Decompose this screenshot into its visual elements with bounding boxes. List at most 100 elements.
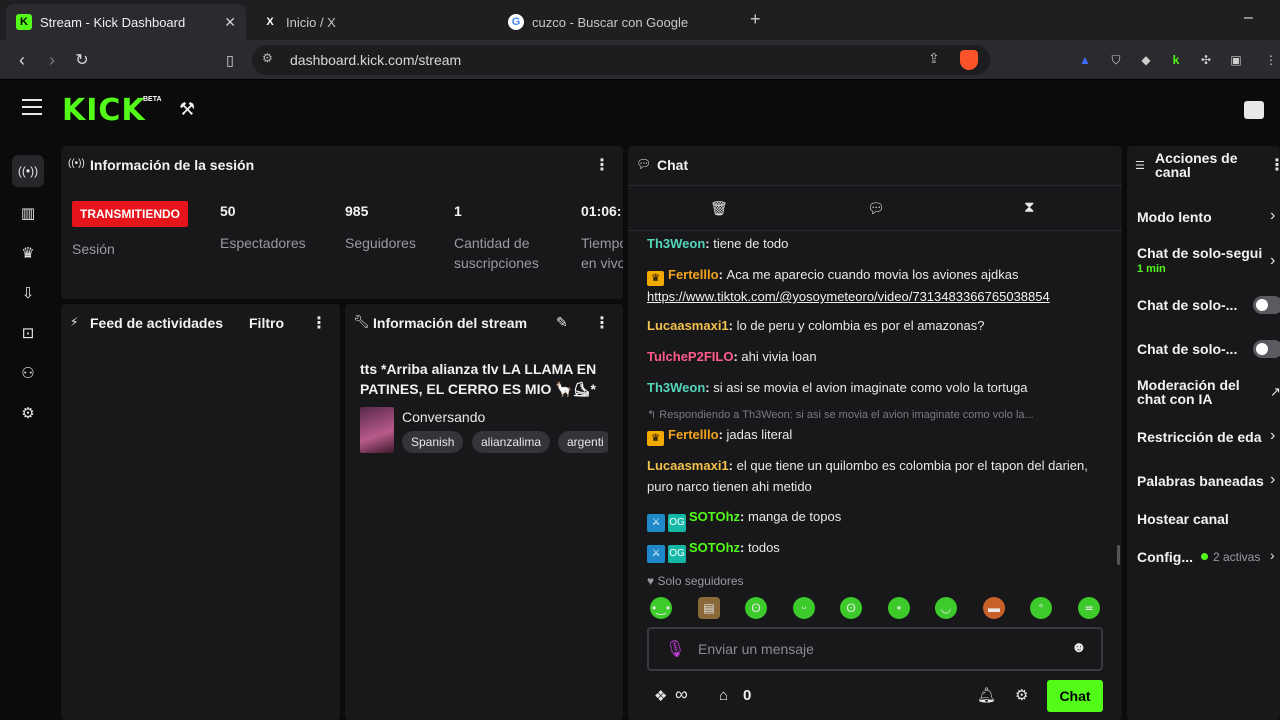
chat-text: ahi vivia loan bbox=[741, 349, 817, 364]
minimize-window-button[interactable]: – bbox=[1244, 9, 1253, 27]
activity-menu-icon[interactable]: ⋮ bbox=[311, 313, 327, 333]
reload-icon[interactable]: ↻ bbox=[70, 48, 94, 72]
kick-logo[interactable]: KICK bbox=[62, 95, 146, 127]
trophy-icon[interactable]: ♛ bbox=[12, 237, 44, 269]
chat-toolbar-divider bbox=[628, 230, 1122, 231]
browser-menu-icon[interactable]: ⋮ bbox=[1262, 51, 1280, 69]
chat-username[interactable]: Fertelllo bbox=[668, 427, 719, 442]
extension-icon[interactable]: ▲ bbox=[1076, 51, 1094, 69]
chevron-right-icon: › bbox=[1270, 547, 1275, 563]
chat-text: si asi se movia el avion imaginate como … bbox=[713, 380, 1028, 395]
emote-icon[interactable]: ʘ bbox=[745, 597, 767, 619]
store-gift-icon[interactable]: ⌂ bbox=[719, 687, 728, 704]
upload-icon[interactable]: ⇩ bbox=[12, 277, 44, 309]
emote-only-toggle[interactable] bbox=[1253, 340, 1280, 358]
hamburger-menu-icon[interactable] bbox=[22, 99, 42, 115]
forward-button[interactable]: › bbox=[40, 48, 64, 72]
site-info-icon[interactable]: ⚙ bbox=[262, 51, 273, 65]
users-icon[interactable]: ⚇ bbox=[12, 357, 44, 389]
emote-icon[interactable]: ʘ bbox=[840, 597, 862, 619]
back-button[interactable]: ‹ bbox=[10, 48, 34, 72]
chat-username[interactable]: TulcheP2FILO bbox=[647, 349, 733, 364]
gift-subs-icon[interactable]: ❖ bbox=[654, 687, 667, 705]
emote-icon[interactable]: ◡ bbox=[935, 597, 957, 619]
emote-icon[interactable]: ▤ bbox=[698, 597, 720, 619]
chat-settings-gear-icon[interactable]: ⚙ bbox=[1015, 686, 1028, 704]
category-thumbnail bbox=[360, 407, 394, 453]
filter-button[interactable]: Filtro bbox=[249, 315, 284, 331]
ai-moderation-item[interactable]: Moderación del chat con IA bbox=[1137, 378, 1247, 406]
beta-badge: BETA bbox=[143, 96, 162, 103]
chat-title: Chat bbox=[657, 157, 689, 173]
crown-badge-icon: ♛ bbox=[647, 431, 664, 446]
shield-extension-icon[interactable]: ⛉ bbox=[1107, 51, 1125, 69]
emote-icon[interactable]: ᵕ bbox=[793, 597, 815, 619]
config-item[interactable]: Config... bbox=[1137, 549, 1193, 565]
chat-message: ⚔ OG SOTOhz: manga de topos bbox=[647, 506, 1107, 532]
notifications-bell-icon[interactable]: 🔔︎ bbox=[977, 686, 996, 704]
hammer-icon[interactable]: ⚒ bbox=[179, 99, 195, 120]
chat-scrollbar[interactable] bbox=[1117, 545, 1120, 565]
emote-only-item[interactable]: Chat de solo-... bbox=[1137, 341, 1237, 357]
send-chat-button[interactable]: Chat bbox=[1047, 680, 1103, 712]
emote-icon[interactable]: ° bbox=[1030, 597, 1052, 619]
chat-username[interactable]: Lucaasmaxi1 bbox=[647, 318, 729, 333]
chat-mode-icon[interactable]: 💬︎ bbox=[867, 200, 885, 217]
emote-icon[interactable]: • bbox=[888, 597, 910, 619]
url-bar[interactable]: ⚙ dashboard.kick.com/stream ⇪ bbox=[252, 45, 990, 75]
puzzle-icon[interactable]: ✣ bbox=[1197, 51, 1215, 69]
actions-menu-icon[interactable]: ⋮ bbox=[1269, 155, 1280, 175]
new-tab-button[interactable]: + bbox=[750, 9, 761, 30]
kick-extension-icon[interactable]: k bbox=[1167, 51, 1185, 69]
slow-mode-hourglass-icon[interactable]: ⧗ bbox=[1024, 199, 1035, 216]
trash-icon[interactable]: 🗑︎ bbox=[710, 200, 728, 217]
bookmark-icon[interactable]: ▯ bbox=[218, 48, 242, 72]
host-channel-item[interactable]: Hostear canal bbox=[1137, 511, 1229, 527]
emote-icon[interactable]: ≖ bbox=[1078, 597, 1100, 619]
actions-icon: ☰ bbox=[1135, 160, 1145, 172]
subs-only-toggle[interactable] bbox=[1253, 296, 1280, 314]
microphone-icon[interactable]: 🎙︎ bbox=[665, 639, 685, 659]
sidebar-icon[interactable]: ▣ bbox=[1227, 51, 1245, 69]
chat-link[interactable]: https://www.tiktok.com/@yosoymeteoro/vid… bbox=[647, 289, 1050, 304]
slow-mode-item[interactable]: Modo lento bbox=[1137, 209, 1212, 225]
emote-icon[interactable]: ▬ bbox=[983, 597, 1005, 619]
heart-icon: ♥ bbox=[647, 574, 658, 588]
chat-message: Lucaasmaxi1: lo de peru y colombia es po… bbox=[647, 318, 985, 333]
banned-words-item[interactable]: Palabras baneadas bbox=[1137, 473, 1264, 489]
browser-tab-bar: K Stream - Kick Dashboard ✕ X Inicio / X… bbox=[0, 0, 1280, 40]
chat-input-placeholder: Enviar un mensaje bbox=[698, 641, 814, 657]
followers-only-item[interactable]: Chat de solo-segui bbox=[1137, 245, 1262, 261]
reply-context[interactable]: ↰ Respondiendo a Th3Weon: si asi se movi… bbox=[647, 405, 1107, 426]
close-tab-icon[interactable]: ✕ bbox=[224, 14, 236, 31]
age-restriction-item[interactable]: Restricción de eda bbox=[1137, 429, 1267, 445]
brave-shield-icon[interactable] bbox=[960, 50, 978, 70]
followers-only-duration: 1 min bbox=[1137, 263, 1166, 275]
emote-icon[interactable]: •‿• bbox=[650, 597, 672, 619]
chat-username[interactable]: Lucaasmaxi1 bbox=[647, 458, 729, 473]
tag-chip[interactable]: Spanish bbox=[402, 431, 464, 453]
tag-chip[interactable]: alianzalima bbox=[472, 431, 551, 453]
broadcast-icon[interactable]: ((•)) bbox=[12, 155, 44, 187]
tag-chip[interactable]: argenti bbox=[558, 431, 608, 453]
moderator-sword-icon: ⚔ bbox=[647, 545, 665, 563]
tab-kick-dashboard[interactable]: K Stream - Kick Dashboard ✕ bbox=[6, 4, 246, 40]
diamond-extension-icon[interactable]: ◆ bbox=[1137, 51, 1155, 69]
chat-username[interactable]: Th3Weon bbox=[647, 380, 705, 395]
chat-username[interactable]: Fertelllo bbox=[668, 267, 719, 282]
emoji-picker-icon[interactable]: ☻ bbox=[1071, 639, 1087, 656]
subs-only-item[interactable]: Chat de solo-... bbox=[1137, 297, 1237, 313]
chat-username[interactable]: SOTOhz bbox=[689, 540, 740, 555]
capture-icon[interactable]: ⊡ bbox=[12, 317, 44, 349]
session-panel-title: Información de la sesión bbox=[90, 157, 255, 173]
external-link-icon: ↗ bbox=[1270, 384, 1280, 399]
reply-arrow-icon: ↰ bbox=[647, 409, 660, 421]
settings-gear-icon[interactable]: ⚙ bbox=[12, 397, 44, 429]
chat-input[interactable]: 🎙︎ Enviar un mensaje ☻ bbox=[647, 627, 1103, 671]
bolt-icon: ⚡ bbox=[70, 315, 79, 329]
share-icon[interactable]: ⇪ bbox=[928, 50, 940, 67]
analytics-icon[interactable]: ▥ bbox=[12, 197, 44, 229]
chat-username[interactable]: SOTOhz bbox=[689, 509, 740, 524]
store-icon[interactable] bbox=[1244, 101, 1264, 119]
chat-username[interactable]: Th3Weon bbox=[647, 236, 705, 251]
